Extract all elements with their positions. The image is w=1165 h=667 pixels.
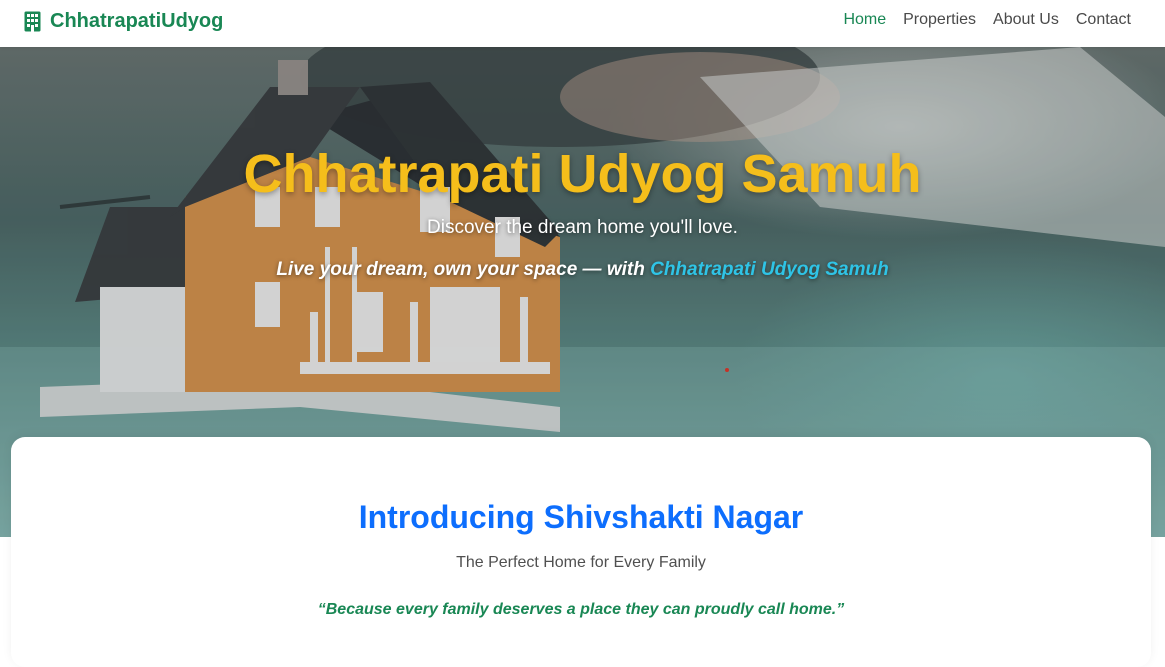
intro-quote: “Because every family deserves a place t… bbox=[317, 601, 845, 618]
nav-link-contact[interactable]: Contact bbox=[1076, 11, 1131, 29]
hero-subtitle: Discover the dream home you'll love. bbox=[427, 217, 738, 238]
brand-link[interactable]: ChhatrapatiUdyog bbox=[24, 9, 223, 33]
nav-links: Home Properties About Us Contact bbox=[843, 0, 1131, 40]
navbar: ChhatrapatiUdyog Home Properties About U… bbox=[0, 0, 1165, 47]
nav-link-properties[interactable]: Properties bbox=[903, 11, 976, 29]
nav-link-about-us[interactable]: About Us bbox=[993, 11, 1059, 29]
intro-title: Introducing Shivshakti Nagar bbox=[358, 499, 804, 535]
hero-tagline-text: Live your dream, own your space — with bbox=[276, 259, 651, 280]
hero-tagline-highlight: Chhatrapati Udyog Samuh bbox=[650, 259, 889, 280]
hero-tagline: Live your dream, own your space — with C… bbox=[0, 259, 1165, 281]
hero-title: Chhatrapati Udyog Samuh bbox=[243, 144, 922, 204]
brand-name: ChhatrapatiUdyog bbox=[50, 9, 224, 32]
nav-link-home[interactable]: Home bbox=[843, 11, 886, 29]
intro-card: Introducing Shivshakti Nagar The Perfect… bbox=[11, 437, 1151, 667]
intro-subtitle: The Perfect Home for Every Family bbox=[456, 554, 706, 571]
building-icon bbox=[24, 11, 41, 31]
